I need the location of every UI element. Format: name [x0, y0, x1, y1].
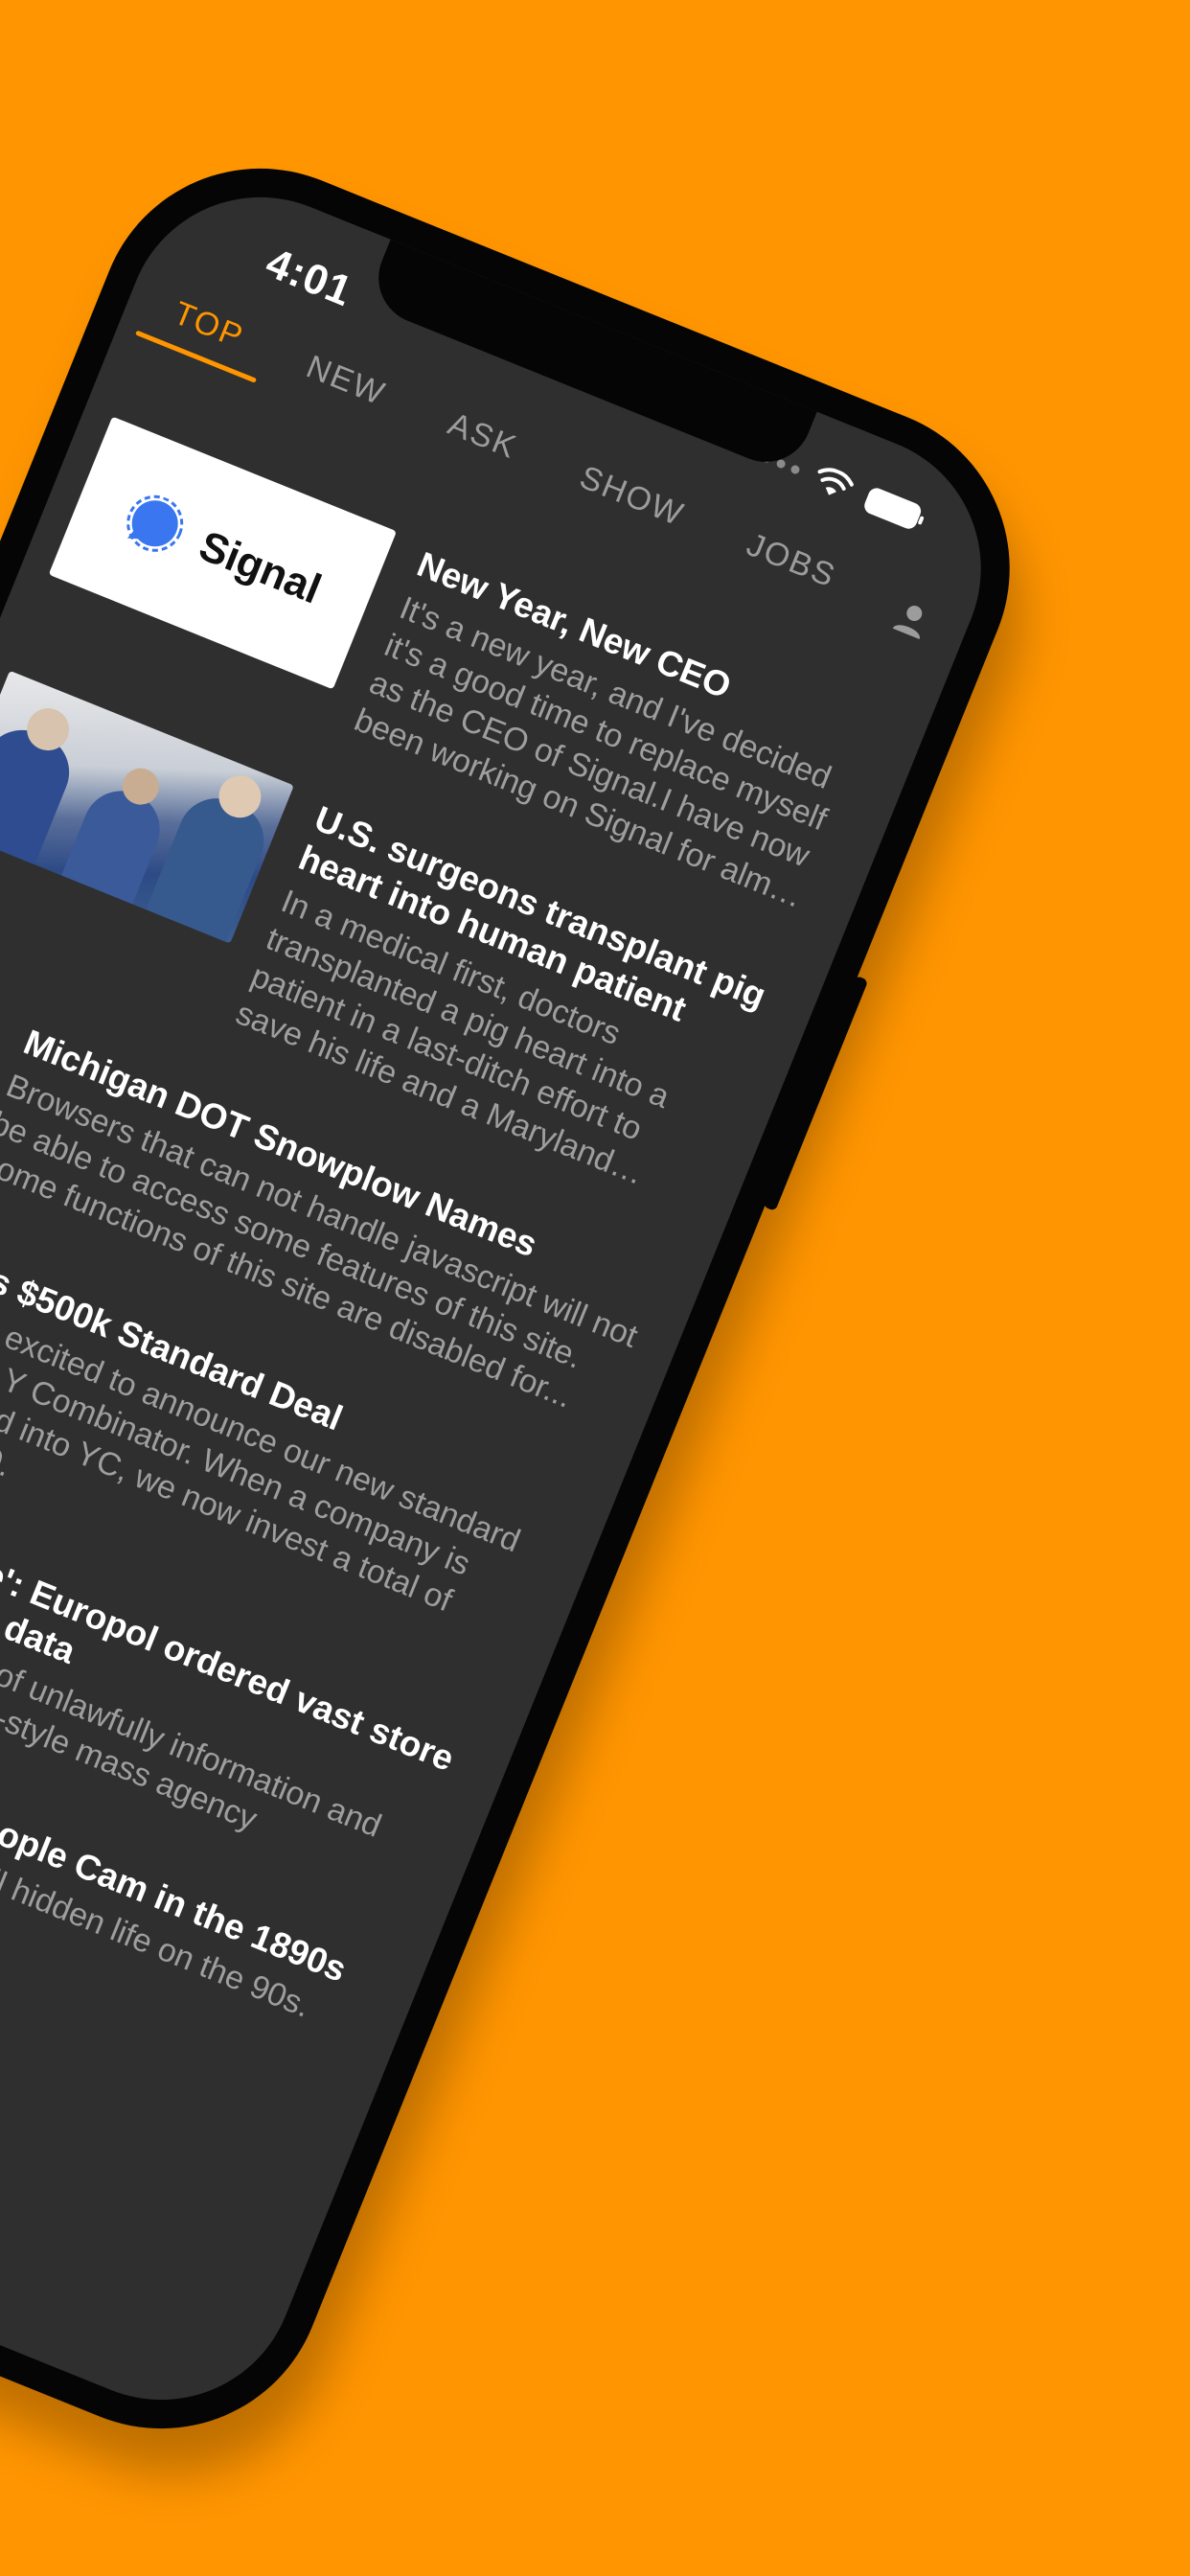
phone-frame: 4:01 TOP NEW ASK SHOW JOBS Signal New Ye…: [0, 119, 1060, 2478]
app-screen: 4:01 TOP NEW ASK SHOW JOBS Signal New Ye…: [0, 156, 1021, 2441]
tab-ask[interactable]: ASK: [436, 405, 522, 483]
wifi-icon: [817, 468, 854, 495]
status-time: 4:01: [259, 239, 359, 316]
signal-logo-text: Signal: [193, 521, 328, 613]
story-feed: Signal New Year, New CEO It's a new year…: [0, 379, 931, 2132]
battery-icon: [861, 485, 924, 532]
tab-show[interactable]: SHOW: [568, 459, 690, 550]
user-icon[interactable]: [890, 597, 933, 641]
story-thumbnail: Signal: [48, 416, 398, 690]
tab-top[interactable]: TOP: [162, 295, 249, 373]
tab-new[interactable]: NEW: [294, 349, 391, 430]
tab-jobs[interactable]: JOBS: [735, 526, 841, 611]
signal-logo-icon: [126, 494, 184, 552]
